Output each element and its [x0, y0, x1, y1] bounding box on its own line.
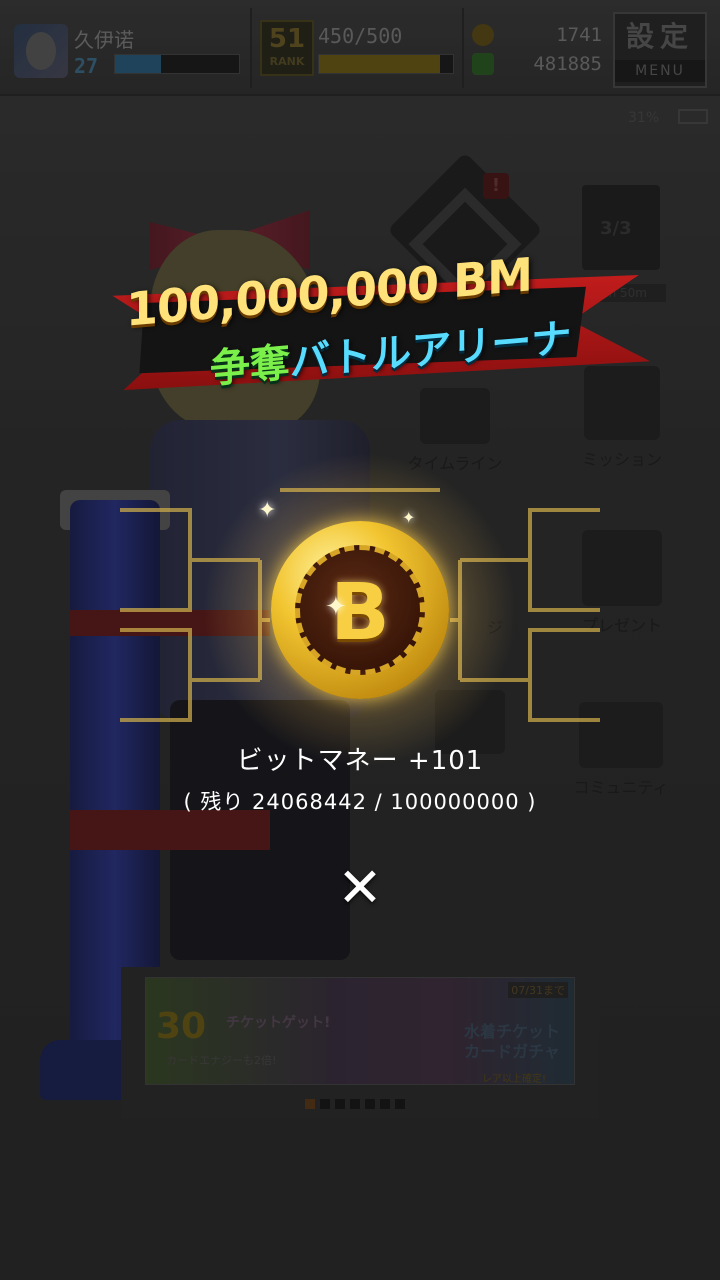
title-event-name-part1: 争奪: [210, 339, 290, 393]
close-button[interactable]: ✕: [330, 858, 390, 918]
reward-amount-text: ビットマネー +101: [236, 746, 484, 776]
event-title-logo: 100,000,000 BM 争奪バトルアリーナ: [90, 247, 650, 425]
bitmoney-coin-icon: B: [271, 521, 449, 699]
sparkle-icon: ✦: [258, 498, 277, 523]
title-event-name-part2: バトルアリーナ: [290, 315, 572, 386]
sparkle-icon: ✦: [325, 592, 347, 622]
coin-inner: B: [295, 545, 425, 675]
coin-symbol: B: [330, 568, 390, 658]
sparkle-icon: ✦: [402, 508, 416, 527]
remaining-pool-text: ( 残り 24068442 / 100000000 ): [183, 790, 537, 814]
reward-overlay[interactable]: 100,000,000 BM 争奪バトルアリーナ B ✦ ✦ ✦ ビットマネー …: [0, 0, 720, 1280]
